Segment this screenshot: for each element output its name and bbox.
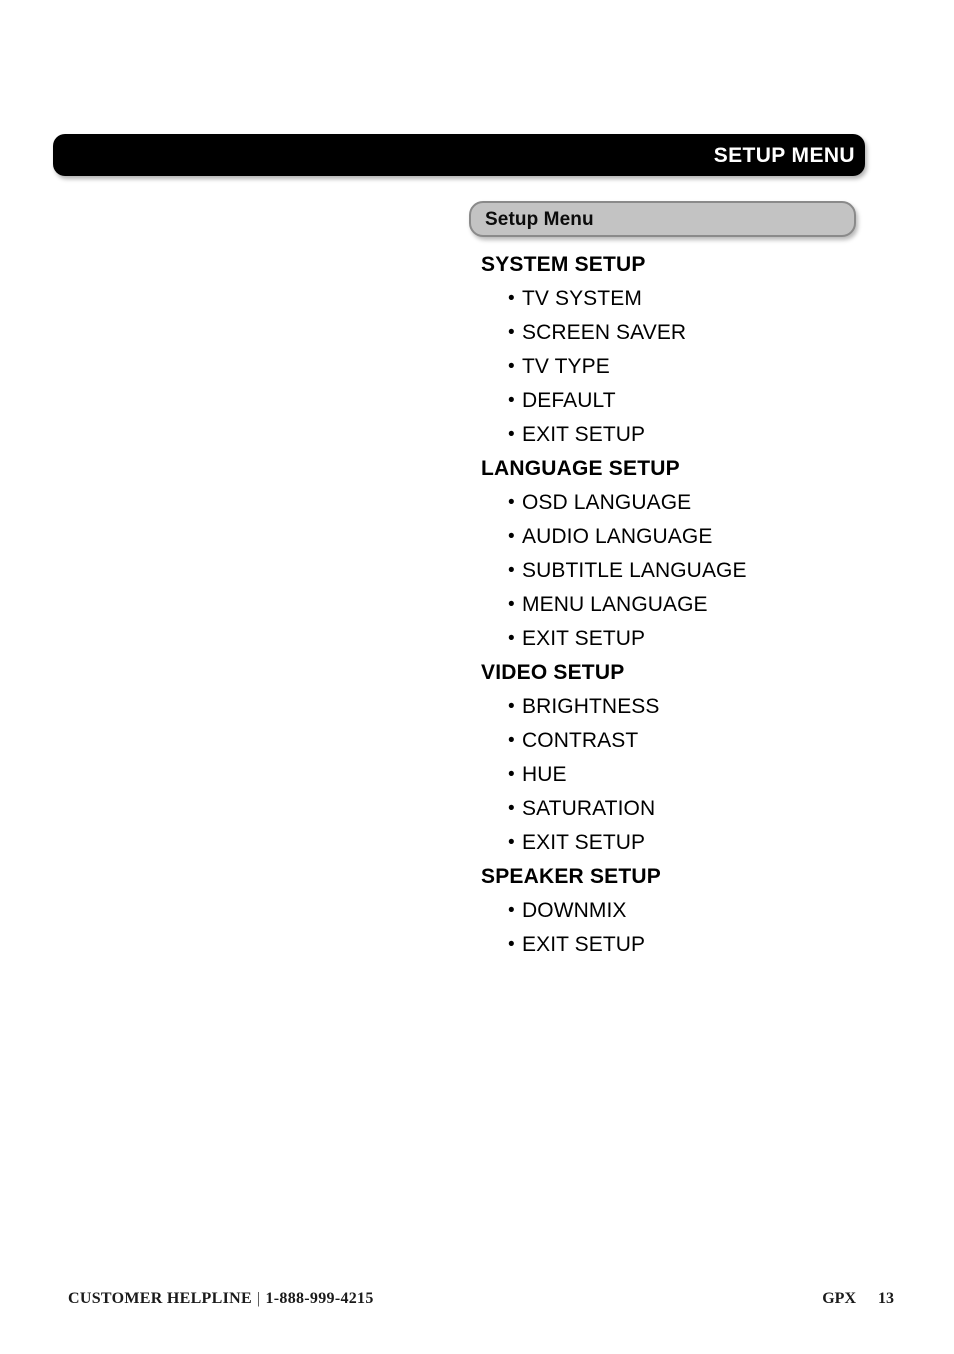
setup-section-system: SYSTEM SETUP • TV SYSTEM • SCREEN SAVER … <box>481 248 869 452</box>
page-header-bar: SETUP MENU <box>53 134 865 176</box>
list-item-label: MENU LANGUAGE <box>522 593 708 616</box>
setup-section-language: LANGUAGE SETUP • OSD LANGUAGE • AUDIO LA… <box>481 452 869 656</box>
bullet-icon: • <box>508 628 515 649</box>
list-item-label: HUE <box>522 763 567 786</box>
list-item-label: EXIT SETUP <box>522 933 646 956</box>
list-item[interactable]: • CONTRAST <box>481 724 869 758</box>
bullet-icon: • <box>508 696 515 717</box>
bullet-icon: • <box>508 730 515 751</box>
list-item-label: CONTRAST <box>522 729 639 752</box>
section-heading: SYSTEM SETUP <box>481 253 646 276</box>
bullet-icon: • <box>508 594 515 615</box>
list-item[interactable]: • TV SYSTEM <box>481 282 869 316</box>
setup-menu-content: Setup Menu SYSTEM SETUP • TV SYSTEM • SC… <box>469 201 869 962</box>
list-item[interactable]: • EXIT SETUP <box>481 418 869 452</box>
bullet-icon: • <box>508 934 515 955</box>
section-item-list: • DOWNMIX • EXIT SETUP <box>481 894 869 962</box>
list-item[interactable]: • BRIGHTNESS <box>481 690 869 724</box>
bullet-icon: • <box>508 798 515 819</box>
list-item[interactable]: • HUE <box>481 758 869 792</box>
list-item[interactable]: • SCREEN SAVER <box>481 316 869 350</box>
section-heading: LANGUAGE SETUP <box>481 457 680 480</box>
setup-section-video: VIDEO SETUP • BRIGHTNESS • CONTRAST • HU… <box>481 656 869 860</box>
list-item-label: OSD LANGUAGE <box>522 491 692 514</box>
list-item[interactable]: • SATURATION <box>481 792 869 826</box>
footer-helpline-label: CUSTOMER HELPLINE <box>68 1290 252 1307</box>
bullet-icon: • <box>508 390 515 411</box>
page-footer: CUSTOMER HELPLINE | 1-888-999-4215 GPX 13 <box>0 1288 954 1318</box>
list-item-label: EXIT SETUP <box>522 627 646 650</box>
bullet-icon: • <box>508 424 515 445</box>
list-item[interactable]: • EXIT SETUP <box>481 826 869 860</box>
setup-section-speaker: SPEAKER SETUP • DOWNMIX • EXIT SETUP <box>481 860 869 962</box>
list-item-label: TV SYSTEM <box>522 287 642 310</box>
section-heading: VIDEO SETUP <box>481 661 625 684</box>
list-item[interactable]: • MENU LANGUAGE <box>481 588 869 622</box>
section-heading: SPEAKER SETUP <box>481 865 661 888</box>
footer-separator: | <box>256 1290 261 1307</box>
list-item-label: SUBTITLE LANGUAGE <box>522 559 747 582</box>
list-item-label: SCREEN SAVER <box>522 321 687 344</box>
list-item-label: AUDIO LANGUAGE <box>522 525 713 548</box>
footer-helpline: CUSTOMER HELPLINE | 1-888-999-4215 <box>68 1288 374 1310</box>
footer-brand-page: GPX 13 <box>822 1288 894 1310</box>
page-header-title: SETUP MENU <box>713 143 855 167</box>
bullet-icon: • <box>508 492 515 513</box>
list-item[interactable]: • EXIT SETUP <box>481 622 869 656</box>
bullet-icon: • <box>508 832 515 853</box>
list-item[interactable]: • AUDIO LANGUAGE <box>481 520 869 554</box>
section-item-list: • TV SYSTEM • SCREEN SAVER • TV TYPE • D… <box>481 282 869 452</box>
bullet-icon: • <box>508 900 515 921</box>
bullet-icon: • <box>508 322 515 343</box>
bullet-icon: • <box>508 526 515 547</box>
footer-brand-label: GPX <box>822 1290 856 1307</box>
list-item[interactable]: • SUBTITLE LANGUAGE <box>481 554 869 588</box>
bullet-icon: • <box>508 288 515 309</box>
list-item-label: EXIT SETUP <box>522 831 646 854</box>
section-item-list: • OSD LANGUAGE • AUDIO LANGUAGE • SUBTIT… <box>481 486 869 656</box>
list-item[interactable]: • OSD LANGUAGE <box>481 486 869 520</box>
list-item-label: DEFAULT <box>522 389 616 412</box>
bullet-icon: • <box>508 560 515 581</box>
list-item-label: TV TYPE <box>522 355 610 378</box>
list-item-label: SATURATION <box>522 797 656 820</box>
list-item-label: DOWNMIX <box>522 899 627 922</box>
setup-menu-pill-label: Setup Menu <box>485 208 594 230</box>
list-item[interactable]: • DOWNMIX <box>481 894 869 928</box>
list-item-label: EXIT SETUP <box>522 423 646 446</box>
setup-menu-pill: Setup Menu <box>469 201 856 237</box>
list-item[interactable]: • DEFAULT <box>481 384 869 418</box>
footer-page-number: 13 <box>878 1290 894 1307</box>
footer-phone-number: 1-888-999-4215 <box>265 1290 374 1307</box>
list-item-label: BRIGHTNESS <box>522 695 660 718</box>
bullet-icon: • <box>508 764 515 785</box>
list-item[interactable]: • EXIT SETUP <box>481 928 869 962</box>
section-item-list: • BRIGHTNESS • CONTRAST • HUE • SATURATI… <box>481 690 869 860</box>
bullet-icon: • <box>508 356 515 377</box>
list-item[interactable]: • TV TYPE <box>481 350 869 384</box>
setup-sections-list: SYSTEM SETUP • TV SYSTEM • SCREEN SAVER … <box>469 248 869 962</box>
